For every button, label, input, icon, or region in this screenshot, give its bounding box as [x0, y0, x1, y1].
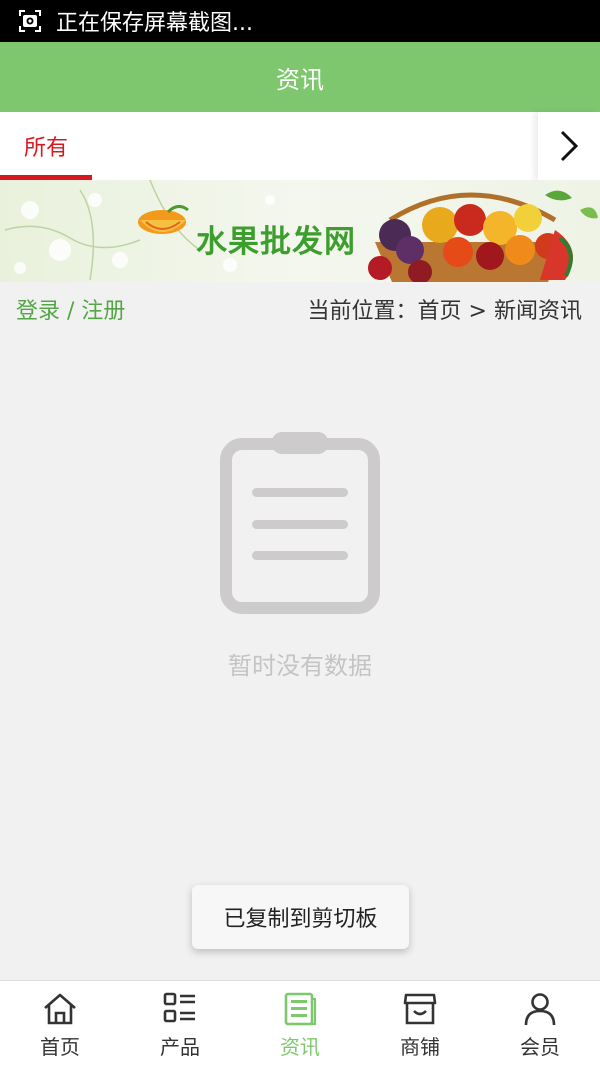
tab-label: 所有 [23, 136, 68, 161]
tabs-next-button[interactable] [538, 112, 600, 180]
nav-label: 会员 [520, 1035, 560, 1059]
toast-message: 已复制到剪切板 [192, 885, 409, 949]
status-bar: 正在保存屏幕截图... [0, 0, 600, 42]
nav-label: 产品 [160, 1035, 200, 1059]
page-title: 资讯 [0, 42, 600, 112]
home-icon [44, 993, 76, 1025]
breadcrumb-separator: > [461, 299, 494, 324]
category-tabs: 所有 [0, 112, 600, 180]
nav-item-news[interactable]: 资讯 [240, 981, 360, 1067]
nav-item-member[interactable]: 会员 [480, 981, 600, 1067]
shop-icon [403, 993, 437, 1025]
login-register-link[interactable]: 登录 / 注册 [16, 293, 125, 325]
nav-label: 首页 [40, 1035, 80, 1059]
user-icon [524, 993, 556, 1026]
bottom-nav: 首页 产品 资讯 商铺 会员 [0, 980, 600, 1067]
news-icon [284, 992, 317, 1026]
tab-all[interactable]: 所有 [0, 112, 92, 180]
chevron-right-icon [560, 130, 579, 162]
empty-message: 暂时没有数据 [228, 652, 372, 680]
breadcrumb-row: 登录 / 注册 当前位置：首页 > 新闻资讯 [0, 282, 600, 336]
breadcrumb-home-link[interactable]: 首页 [418, 299, 462, 324]
screenshot-icon [19, 10, 41, 32]
breadcrumb-label: 当前位置： [307, 299, 418, 324]
breadcrumb: 当前位置：首页 > 新闻资讯 [308, 293, 582, 325]
banner[interactable]: 水果批发网 [0, 180, 600, 282]
nav-label: 商铺 [400, 1035, 440, 1059]
clipboard-icon [220, 432, 380, 614]
nav-item-home[interactable]: 首页 [0, 981, 120, 1067]
status-text: 正在保存屏幕截图... [56, 11, 253, 36]
nav-item-shop[interactable]: 商铺 [360, 981, 480, 1067]
list-grid-icon [163, 992, 195, 1023]
nav-label: 资讯 [280, 1035, 320, 1059]
banner-title: 水果批发网 [196, 224, 356, 260]
empty-state: 暂时没有数据 [0, 430, 600, 680]
breadcrumb-current: 新闻资讯 [493, 299, 582, 324]
nav-item-products[interactable]: 产品 [120, 981, 240, 1067]
